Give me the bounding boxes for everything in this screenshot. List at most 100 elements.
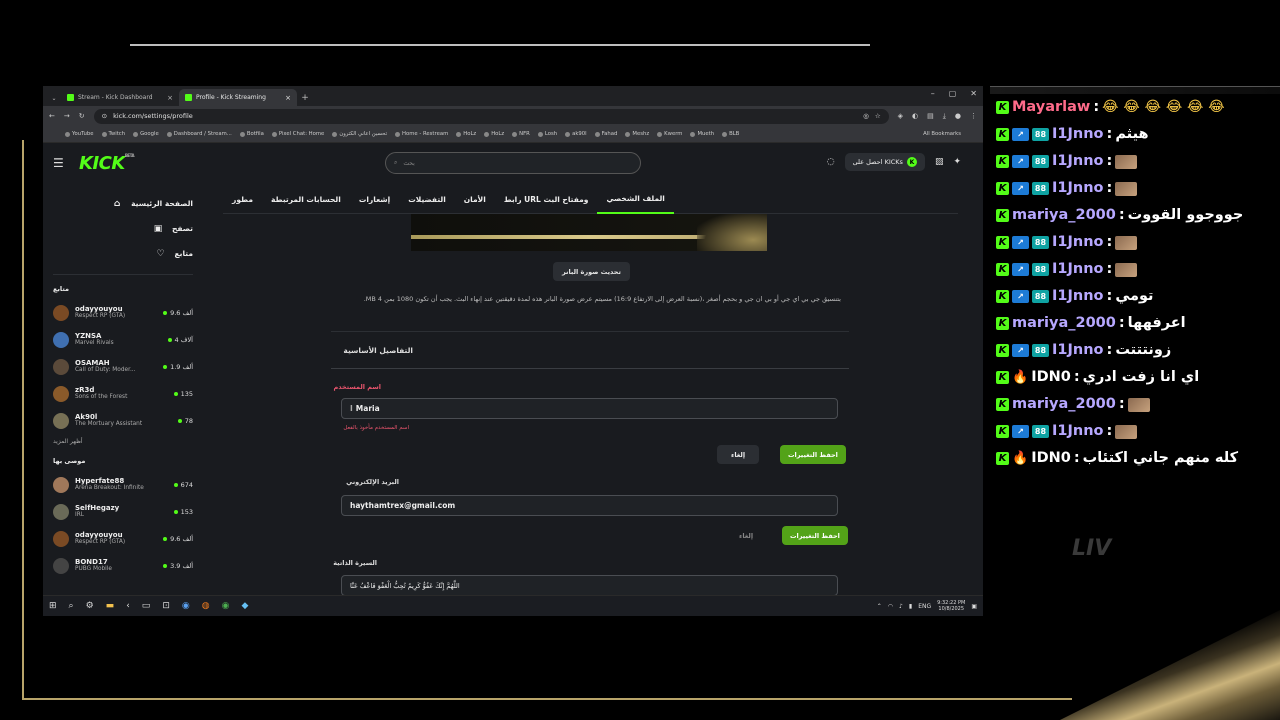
settings-tab[interactable]: التفضيلات xyxy=(399,184,455,214)
close-icon[interactable]: × xyxy=(167,94,173,102)
tab-profile[interactable]: Profile - Kick Streaming × xyxy=(179,89,297,106)
get-kicks-button[interactable]: احصل على KICKs K xyxy=(844,153,925,171)
bookmark-item[interactable]: BLB xyxy=(722,131,739,137)
sidebar-item-browse[interactable]: ▣ تصفح xyxy=(53,216,193,241)
maximize-icon[interactable]: ▢ xyxy=(949,89,957,98)
bookmark-item[interactable]: Mueth xyxy=(690,131,714,137)
close-icon[interactable]: × xyxy=(285,94,291,102)
chat-username[interactable]: mariya_2000 xyxy=(1012,313,1116,335)
app-icon[interactable]: ⊡ xyxy=(162,601,170,611)
channel-item[interactable]: zR3d Sons of the Forest 135 xyxy=(53,380,193,407)
channel-item[interactable]: Ak90l The Mortuary Assistant 78 xyxy=(53,407,193,434)
update-banner-button[interactable]: تحديث صورة البانر xyxy=(553,262,630,281)
chat-username[interactable]: IDN0 xyxy=(1031,448,1071,470)
settings-tab[interactable]: رابط URL ومفتاح البث xyxy=(495,184,598,214)
channel-item[interactable]: YZNSA Marvel Rivals 4 آلاف xyxy=(53,326,193,353)
email-field[interactable]: haythamtrex@gmail.com xyxy=(341,495,838,516)
channel-item[interactable]: odayyouyou Respect RP (GTA) 9.6 ألف xyxy=(53,525,193,552)
username-field[interactable]: I Maria xyxy=(341,398,838,419)
settings-tab[interactable]: إشعارات xyxy=(350,184,399,214)
chat-username[interactable]: I1Jnno xyxy=(1052,340,1104,362)
chrome-active-icon[interactable]: ◉ xyxy=(222,601,230,611)
chat-username[interactable]: I1Jnno xyxy=(1052,178,1104,200)
channel-item[interactable]: odayyouyou Respect RP (GTA) 9.6 ألف xyxy=(53,299,193,326)
bookmark-item[interactable]: ak90l xyxy=(565,131,587,137)
file-explorer-icon[interactable]: ▬ xyxy=(106,601,115,611)
settings-tab[interactable]: الحسابات المرتبطة xyxy=(262,184,350,214)
tab-search-icon[interactable]: ⌄ xyxy=(47,90,61,106)
windows-start-icon[interactable]: ⊞ xyxy=(49,601,57,611)
language-indicator[interactable]: ENG xyxy=(918,603,931,610)
settings-tab[interactable]: الملف الشخصي xyxy=(597,184,674,214)
chat-username[interactable]: I1Jnno xyxy=(1052,286,1104,308)
forward-icon[interactable]: → xyxy=(64,112,70,120)
bookmark-star-icon[interactable]: ☆ xyxy=(875,112,881,120)
search-input[interactable]: ⌕ بحث xyxy=(385,152,641,174)
bookmark-item[interactable]: Twitch xyxy=(101,131,125,137)
sidebar-item-heart[interactable]: ♡ متابع xyxy=(53,241,193,266)
download-icon[interactable]: ⤓ xyxy=(943,112,946,121)
firefox-icon[interactable]: ◍ xyxy=(202,601,210,611)
back-icon[interactable]: ← xyxy=(49,112,55,120)
chat-username[interactable]: I1Jnno xyxy=(1052,124,1104,146)
new-tab-icon[interactable]: + xyxy=(297,90,313,106)
username-save-button[interactable]: احفظ التغييرات xyxy=(780,445,846,464)
reload-icon[interactable]: ↻ xyxy=(79,112,85,120)
bio-field[interactable]: اللَّهُمَّ إِنَّكَ عَفُوٌّ كَرِيمٌ تُحِب… xyxy=(341,575,838,596)
minimize-icon[interactable]: – xyxy=(931,89,935,98)
bookmark-item[interactable]: NFR xyxy=(512,131,530,137)
show-more-link[interactable]: أظهر المزيد xyxy=(53,438,193,445)
address-bar[interactable]: ⊙ kick.com/settings/profile ◎ ☆ xyxy=(93,108,889,124)
bookmark-item[interactable]: YouTube xyxy=(65,131,94,137)
bookmark-item[interactable]: Fahad xyxy=(594,131,617,137)
extension-icon[interactable]: ◈ xyxy=(898,112,903,121)
chat-username[interactable]: Mayarlaw xyxy=(1012,97,1090,119)
notification-icon[interactable]: ▣ xyxy=(971,603,977,610)
channel-item[interactable]: OSAMAH Call of Duty: Moder... 1.9 ألف xyxy=(53,353,193,380)
channel-item[interactable]: BOND17 PUBG Mobile 3.9 ألف xyxy=(53,552,193,579)
bookmark-item[interactable]: Dashboard / Stream... xyxy=(166,131,232,137)
menu-kebab-icon[interactable]: ⋮ xyxy=(970,112,977,121)
close-window-icon[interactable]: ✕ xyxy=(970,89,977,98)
chat-username[interactable]: IDN0 xyxy=(1031,367,1071,389)
settings-gear-icon[interactable]: ⚙ xyxy=(86,601,94,611)
chat-username[interactable]: I1Jnno xyxy=(1052,259,1104,281)
bookmark-item[interactable]: Botfila xyxy=(239,131,264,137)
profile-avatar-icon[interactable]: ● xyxy=(955,112,961,121)
site-info-icon[interactable]: ⊙ xyxy=(102,112,107,120)
bookmark-item[interactable]: Google xyxy=(133,131,159,137)
chat-username[interactable]: I1Jnno xyxy=(1052,151,1104,173)
bookmark-item[interactable]: Home - Restream xyxy=(395,131,448,137)
email-cancel-button[interactable]: إلغاء xyxy=(725,526,767,545)
channel-item[interactable]: Hyperfate88 Arena Breakout: Infinite 674 xyxy=(53,471,193,498)
bookmark-item[interactable]: Pixel Chat: Home xyxy=(271,131,324,137)
chat-username[interactable]: mariya_2000 xyxy=(1012,205,1116,227)
volume-icon[interactable]: ♪ xyxy=(899,603,903,610)
steam-icon[interactable]: ◆ xyxy=(241,601,248,611)
mic-icon[interactable]: ▮ xyxy=(909,603,912,610)
app-icon[interactable]: ▭ xyxy=(142,601,151,611)
hamburger-menu-icon[interactable]: ☰ xyxy=(53,156,69,170)
chat-username[interactable]: mariya_2000 xyxy=(1012,394,1116,416)
sidebar-item-home[interactable]: ⌂ الصفحة الرئيسية xyxy=(53,191,193,216)
app-icon[interactable]: ‹ xyxy=(126,601,130,611)
search-icon[interactable]: ⌕ xyxy=(69,601,74,611)
bookmark-item[interactable]: HoLz xyxy=(456,131,476,137)
bookmark-item[interactable]: Losh xyxy=(537,131,557,137)
chat-bubble-icon[interactable]: ◌ xyxy=(827,157,835,167)
settings-tab[interactable]: الأمان xyxy=(455,184,495,214)
bookmark-item[interactable]: تحسين اعاني الكترون xyxy=(332,131,387,137)
chrome-icon[interactable]: ◉ xyxy=(182,601,190,611)
clock[interactable]: 9:32:22 PM 10/8/2025 xyxy=(937,600,965,612)
lens-icon[interactable]: ◎ xyxy=(863,112,869,120)
channel-item[interactable]: SelfHegazy IRL 153 xyxy=(53,498,193,525)
bookmark-item[interactable]: Kwerm xyxy=(657,131,682,137)
all-bookmarks-button[interactable]: All Bookmarks xyxy=(923,131,961,137)
kick-logo[interactable]: KICKBETA xyxy=(79,153,135,174)
user-avatar[interactable]: ▨ xyxy=(935,157,944,167)
extension-icon[interactable]: ◐ xyxy=(912,112,918,121)
bookmark-item[interactable]: HoLz xyxy=(484,131,504,137)
extensions-puzzle-icon[interactable]: ▤ xyxy=(927,112,934,121)
bookmark-item[interactable]: Meshz xyxy=(625,131,649,137)
settings-tab[interactable]: مطور xyxy=(223,184,262,214)
